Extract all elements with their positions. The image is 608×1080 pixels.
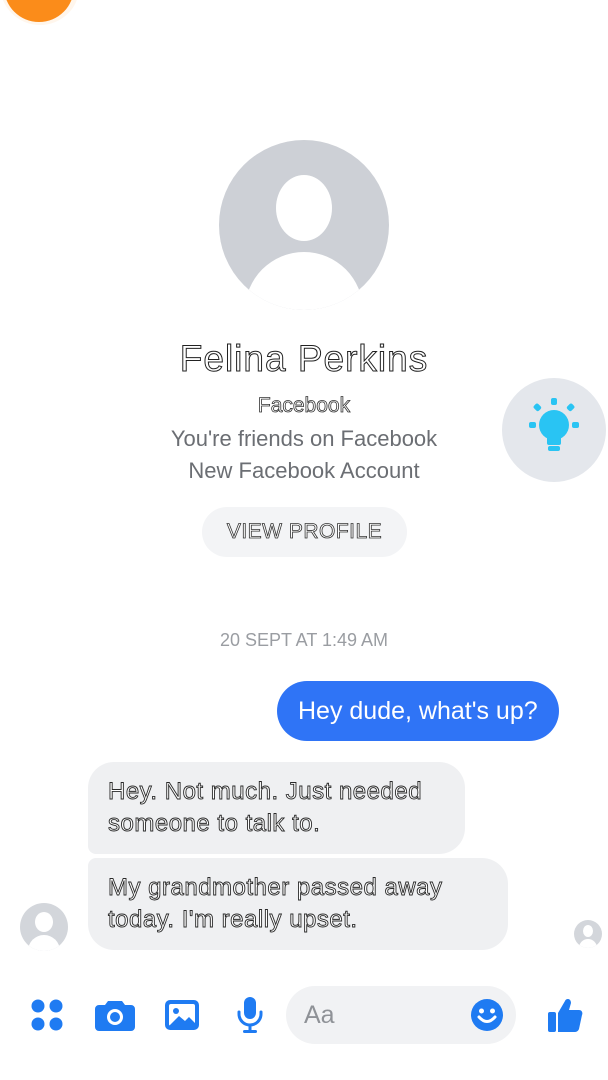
gallery-icon bbox=[165, 1000, 199, 1030]
microphone-button[interactable] bbox=[228, 992, 272, 1038]
microphone-icon bbox=[237, 997, 263, 1033]
incoming-message[interactable]: Hey. Not much. Just needed someone to ta… bbox=[88, 762, 465, 854]
outgoing-message[interactable]: Hey dude, what's up? bbox=[277, 681, 559, 741]
emoji-icon bbox=[471, 999, 503, 1031]
message-composer bbox=[0, 980, 608, 1055]
messenger-screen: Felina Perkins Facebook You're friends o… bbox=[0, 0, 608, 1080]
sender-avatar[interactable] bbox=[20, 903, 68, 951]
avatar-body-shape bbox=[245, 252, 363, 310]
chat-head-avatar bbox=[4, 0, 74, 22]
camera-icon bbox=[95, 1001, 135, 1031]
apps-button[interactable] bbox=[25, 992, 69, 1038]
lightbulb-icon bbox=[529, 398, 579, 451]
like-button[interactable] bbox=[543, 992, 587, 1038]
apps-icon bbox=[31, 999, 63, 1031]
chat-head-bubble[interactable] bbox=[0, 0, 80, 25]
camera-button[interactable] bbox=[93, 992, 137, 1038]
read-receipt-avatar bbox=[574, 920, 602, 948]
contact-avatar[interactable] bbox=[219, 140, 389, 310]
incoming-message[interactable]: My grandmother passed away today. I'm re… bbox=[88, 858, 508, 950]
view-profile-button[interactable]: VIEW PROFILE bbox=[202, 507, 407, 557]
thumbs-up-icon bbox=[548, 998, 583, 1032]
avatar-head-shape bbox=[276, 175, 332, 241]
avatar-body-shape bbox=[28, 935, 60, 951]
contact-name: Felina Perkins bbox=[179, 338, 429, 380]
lightbulb-button[interactable] bbox=[502, 378, 606, 482]
avatar-body-shape bbox=[579, 939, 597, 948]
avatar-head-shape bbox=[583, 925, 593, 937]
message-timestamp: 20 SEPT AT 1:49 AM bbox=[219, 630, 389, 650]
message-input[interactable] bbox=[304, 986, 464, 1044]
emoji-button[interactable] bbox=[470, 998, 504, 1032]
gallery-button[interactable] bbox=[160, 992, 204, 1038]
avatar-head-shape bbox=[35, 912, 53, 932]
message-input-container[interactable] bbox=[286, 986, 516, 1044]
